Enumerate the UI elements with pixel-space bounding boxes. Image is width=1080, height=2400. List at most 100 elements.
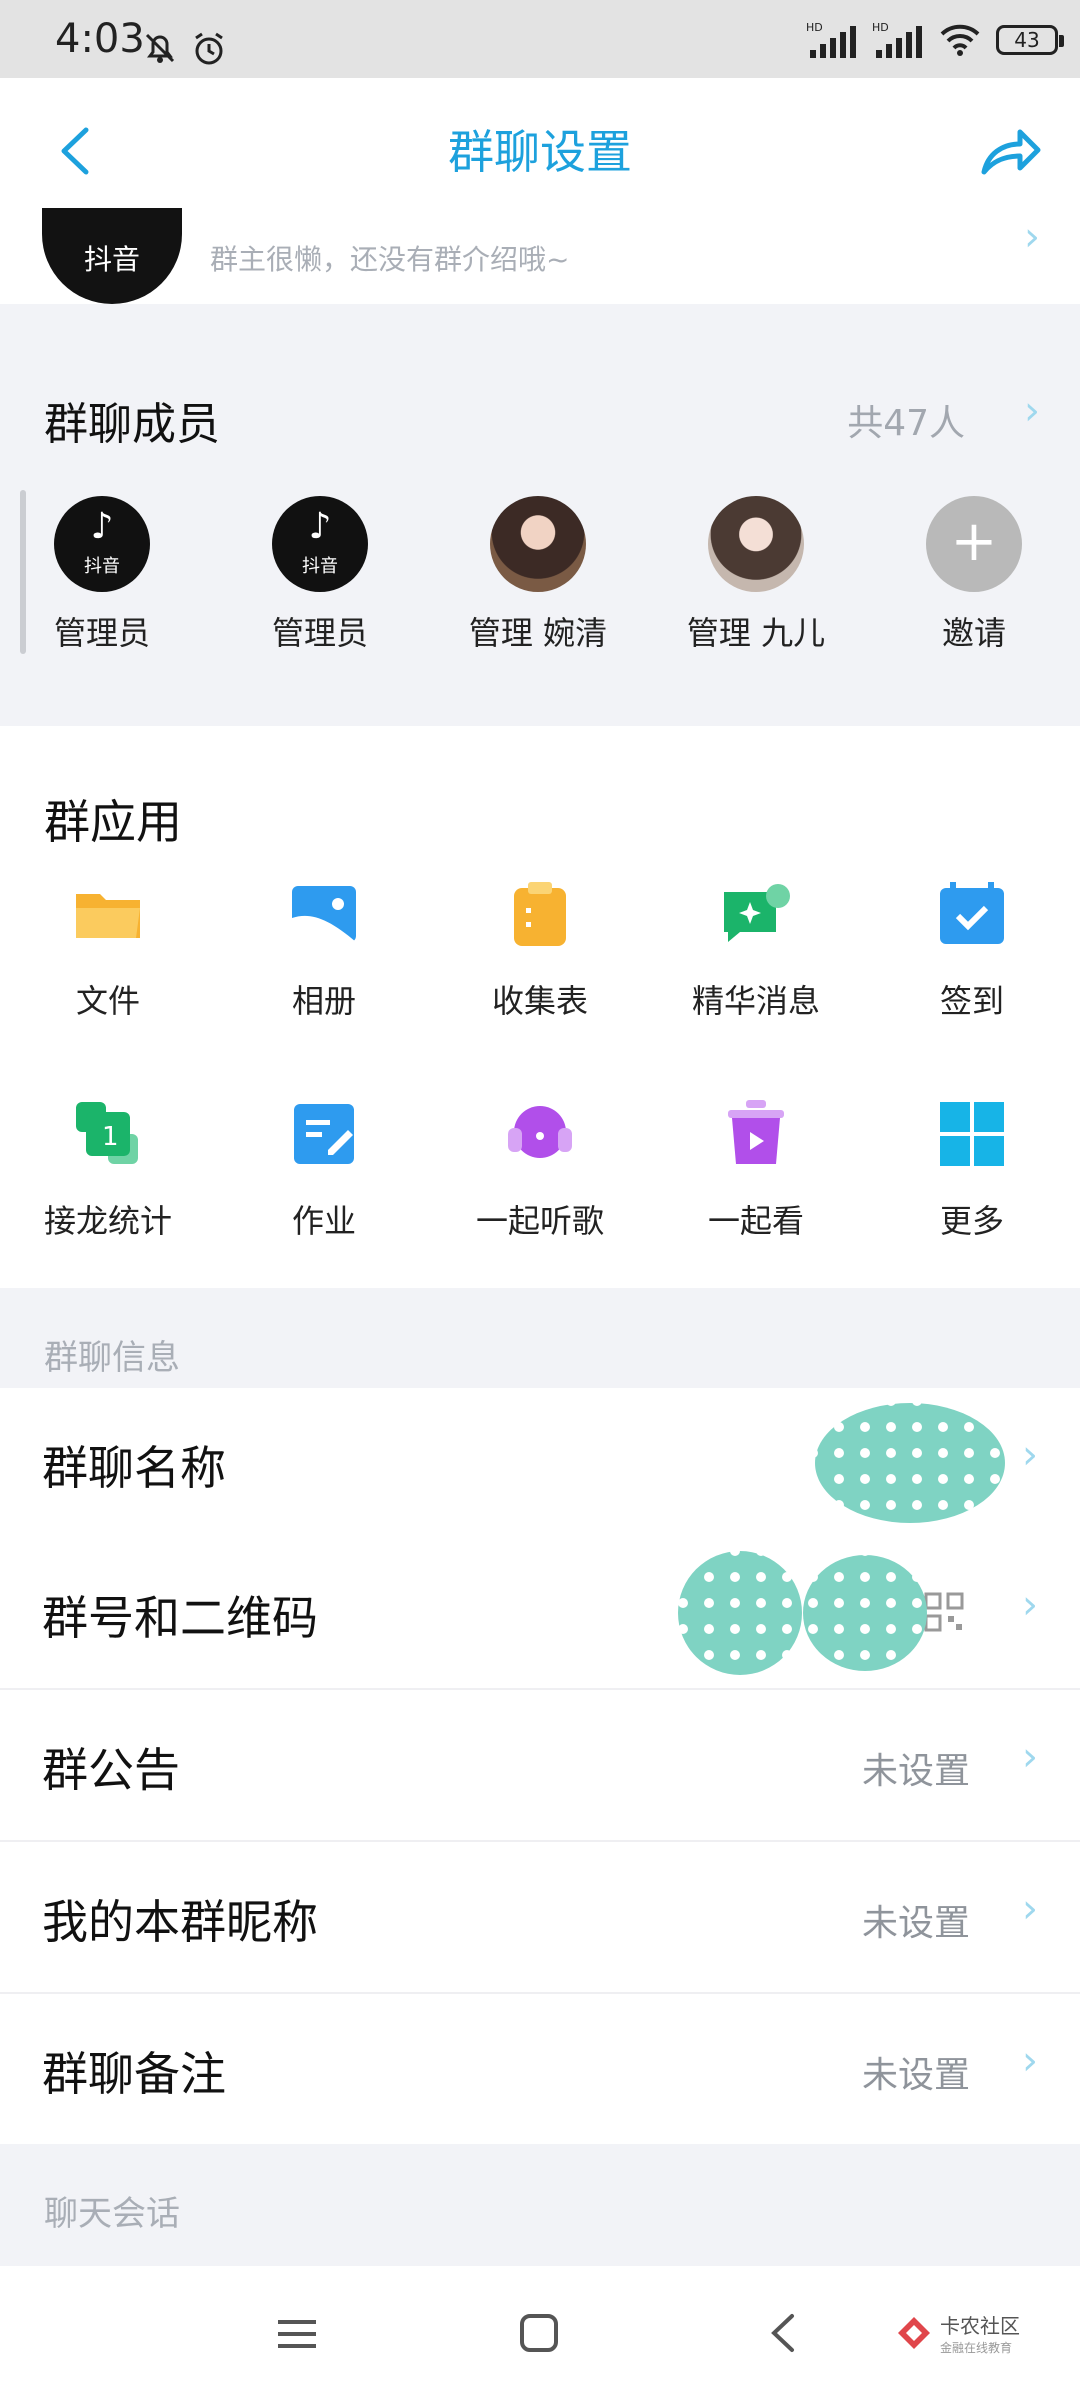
invite-label: 邀请 — [941, 614, 1006, 652]
row-my-group-nickname[interactable]: 我的本群昵称 未设置 › — [0, 1842, 1080, 1992]
member-item[interactable]: ♪ 抖音 管理员 — [22, 496, 182, 654]
app-album[interactable]: 相册 — [239, 878, 409, 1022]
title-bar: 群聊设置 — [0, 78, 1080, 218]
watermark: 卡农社区 金融在线教育 — [896, 2310, 1020, 2356]
menu-icon — [278, 2320, 316, 2348]
status-bar: 4:03 HD HD 43 — [0, 0, 1080, 78]
member-label: 管理 婉清 — [468, 614, 608, 652]
row-group-name[interactable]: 群聊名称 › — [0, 1388, 1080, 1538]
avatar-text: 抖音 — [302, 556, 338, 577]
homework-icon — [288, 1098, 360, 1170]
app-label: 精华消息 — [691, 982, 820, 1020]
share-arrow-icon — [981, 129, 1041, 175]
watermark-logo-icon — [898, 2317, 930, 2349]
invite-button[interactable]: + 邀请 — [894, 496, 1054, 654]
group-profile-card[interactable]: 抖音 群主很懒，还没有群介绍哦~ › — [0, 208, 1080, 304]
svg-text:HD: HD — [872, 21, 889, 34]
tiktok-logo-icon: ♪ — [308, 506, 332, 547]
alarm-icon — [190, 30, 228, 72]
chevron-right-icon: › — [1022, 1432, 1038, 1478]
chevron-right-icon: › — [1022, 1734, 1038, 1780]
photo-album-icon — [288, 878, 360, 950]
member-item[interactable]: 管理 婉清 — [458, 496, 618, 654]
chevron-right-icon: › — [1022, 1886, 1038, 1932]
group-avatar-text: 抖音 — [83, 243, 140, 276]
more-grid-icon — [936, 1098, 1008, 1170]
row-label: 群号和二维码 — [42, 1591, 318, 1645]
member-item[interactable]: 管理 九儿 — [676, 496, 836, 654]
chevron-right-icon: › — [1024, 214, 1040, 260]
app-label: 接龙统计 — [43, 1202, 172, 1240]
chevron-right-icon: › — [1022, 2038, 1038, 2084]
status-time: 4:03 — [55, 16, 145, 62]
app-more[interactable]: 更多 — [887, 1098, 1057, 1242]
app-files[interactable]: 文件 — [23, 878, 193, 1022]
member-avatar — [708, 496, 804, 592]
status-icons: HD HD 43 — [806, 20, 1064, 60]
row-label: 群聊名称 — [42, 1441, 226, 1495]
member-item[interactable]: ♪ 抖音 管理员 — [240, 496, 400, 654]
row-group-remark[interactable]: 群聊备注 未设置 › — [0, 1994, 1080, 2144]
system-nav-bar: 卡农社区 金融在线教育 — [0, 2270, 1080, 2400]
app-label: 一起看 — [707, 1202, 804, 1240]
app-collect-form[interactable]: 收集表 — [455, 878, 625, 1022]
clipboard-icon — [504, 878, 576, 950]
app-listen-together[interactable]: 一起听歌 — [455, 1098, 625, 1242]
relay-count-icon: 1 — [72, 1098, 144, 1170]
app-homework[interactable]: 作业 — [239, 1098, 409, 1242]
row-group-number-qrcode[interactable]: 群号和二维码 1 › — [0, 1538, 1080, 1688]
app-essence-messages[interactable]: 精华消息 — [671, 878, 841, 1022]
calendar-check-icon — [936, 878, 1008, 950]
apps-title: 群应用 — [44, 795, 182, 849]
home-square-icon — [520, 2314, 558, 2352]
app-label: 一起听歌 — [475, 1202, 604, 1240]
share-button[interactable] — [974, 116, 1044, 186]
privacy-mask — [678, 1551, 927, 1675]
wifi-icon — [940, 24, 980, 56]
member-label: 管理员 — [271, 614, 368, 652]
row-label: 我的本群昵称 — [42, 1895, 318, 1949]
signal-hd-icon-2: HD — [872, 21, 922, 58]
app-check-in[interactable]: 签到 — [887, 878, 1057, 1022]
section-label-group-info: 群聊信息 — [44, 1338, 180, 1378]
folder-icon — [72, 878, 144, 950]
chevron-right-icon[interactable]: › — [1024, 388, 1040, 434]
group-apps-section: 群应用 文件 相册 收集表 精华消息 签到 1 接龙统计 作业 一起听歌 一起看… — [0, 726, 1080, 1288]
watermark-title: 卡农社区 — [940, 2314, 1020, 2338]
app-label: 作业 — [291, 1202, 356, 1240]
row-label: 群公告 — [42, 1743, 180, 1797]
system-back-button[interactable] — [766, 2312, 802, 2358]
row-group-announcement[interactable]: 群公告 未设置 › — [0, 1690, 1080, 1840]
home-button[interactable] — [518, 2312, 560, 2358]
app-watch-together[interactable]: 一起看 — [671, 1098, 841, 1242]
row-value: 未设置 — [861, 1751, 970, 1792]
app-label: 相册 — [291, 982, 356, 1020]
member-avatar: ♪ 抖音 — [54, 496, 150, 592]
app-label: 文件 — [75, 982, 140, 1020]
member-avatar: ♪ 抖音 — [272, 496, 368, 592]
essence-message-icon — [720, 878, 792, 950]
member-label: 管理 九儿 — [686, 614, 826, 652]
plus-icon: + — [926, 496, 1022, 592]
row-label: 群聊备注 — [42, 2047, 226, 2101]
privacy-mask — [815, 1403, 1005, 1523]
app-label: 更多 — [939, 1202, 1004, 1240]
headphones-icon — [504, 1098, 576, 1170]
chevron-right-icon: › — [1022, 1582, 1038, 1628]
section-label-chat-session: 聊天会话 — [44, 2194, 180, 2234]
signal-hd-icon: HD — [806, 21, 856, 58]
members-count[interactable]: 共47人 — [847, 394, 965, 446]
app-label: 签到 — [939, 982, 1004, 1020]
menu-button[interactable] — [276, 2314, 318, 2358]
battery-icon: 43 — [996, 25, 1064, 55]
row-value: 未设置 — [861, 2055, 970, 2096]
row-value: 未设置 — [861, 1903, 970, 1944]
member-label: 管理员 — [53, 614, 150, 652]
page-title: 群聊设置 — [448, 125, 632, 179]
watermark-subtitle: 金融在线教育 — [940, 2341, 1013, 2355]
app-relay-count[interactable]: 1 接龙统计 — [23, 1098, 193, 1242]
group-intro: 群主很懒，还没有群介绍哦~ — [210, 243, 570, 276]
avatar-text: 抖音 — [84, 556, 120, 577]
svg-text:HD: HD — [806, 21, 823, 34]
member-avatar — [490, 496, 586, 592]
